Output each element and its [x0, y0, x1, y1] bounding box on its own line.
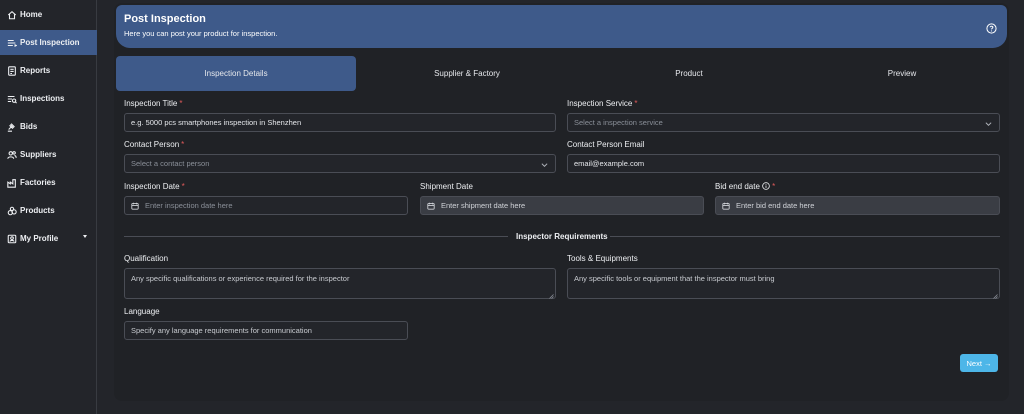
chevron-down-icon [985, 120, 992, 127]
qualification-label: Qualification [124, 254, 169, 263]
inspector-requirements-heading: Inspector Requirements [516, 232, 608, 241]
sidebar-item-label: My Profile [20, 234, 59, 243]
inspection-date-input[interactable]: Enter inspection date here [124, 196, 408, 215]
sidebar: Home Post Inspection Reports Inspections… [0, 0, 97, 414]
shipment-date-input[interactable]: Enter shipment date here [420, 196, 704, 215]
main-panel: Post Inspection Here you can post your p… [114, 3, 1009, 401]
section-divider-right [610, 236, 1000, 237]
sidebar-item-home[interactable]: Home [0, 2, 97, 27]
inspection-service-label: Inspection Service * [567, 99, 638, 108]
sidebar-item-label: Suppliers [20, 150, 57, 159]
help-icon[interactable] [986, 23, 997, 34]
resize-grip-icon[interactable] [549, 292, 554, 299]
page-header-banner: Post Inspection Here you can post your p… [116, 5, 1007, 48]
bid-end-date-input[interactable]: Enter bid end date here [715, 196, 1000, 215]
bid-end-date-label: Bid end date * [715, 182, 776, 191]
sidebar-item-bids[interactable]: Bids [0, 114, 97, 139]
contact-person-select[interactable]: Select a contact person [124, 154, 556, 173]
resize-grip-icon[interactable] [993, 292, 998, 299]
tab-product[interactable]: Product [578, 56, 800, 91]
calendar-icon [722, 202, 730, 210]
chevron-down-icon [83, 235, 87, 238]
inspection-title-input[interactable]: e.g. 5000 pcs smartphones inspection in … [124, 113, 556, 132]
sidebar-item-label: Factories [20, 178, 56, 187]
inspection-icon [6, 93, 17, 104]
report-icon [6, 65, 17, 76]
language-label: Language [124, 307, 160, 316]
profile-icon [6, 233, 17, 244]
sidebar-item-label: Post Inspection [20, 38, 80, 47]
inspection-date-label: Inspection Date * [124, 182, 185, 191]
factory-icon [6, 177, 17, 188]
inspection-service-select[interactable]: Select a inspection service [567, 113, 1000, 132]
chevron-down-icon [541, 161, 548, 168]
sidebar-item-post-inspection[interactable]: Post Inspection [0, 30, 97, 55]
contact-email-input[interactable]: email@example.com [567, 154, 1000, 173]
gavel-icon [6, 121, 17, 132]
list-icon [6, 37, 17, 48]
page-subtitle: Here you can post your product for inspe… [124, 29, 278, 38]
sidebar-item-label: Reports [20, 66, 51, 75]
tab-supplier-factory[interactable]: Supplier & Factory [356, 56, 578, 91]
tools-textarea[interactable]: Any specific tools or equipment that the… [567, 268, 1000, 299]
qualification-textarea[interactable]: Any specific qualifications or experienc… [124, 268, 556, 299]
sidebar-item-factories[interactable]: Factories [0, 170, 97, 195]
page-title: Post Inspection [124, 13, 206, 25]
home-icon [6, 9, 17, 20]
tab-inspection-details[interactable]: Inspection Details [116, 56, 356, 91]
tab-preview[interactable]: Preview [800, 56, 1004, 91]
sidebar-item-inspections[interactable]: Inspections [0, 86, 97, 111]
sidebar-item-label: Inspections [20, 94, 65, 103]
contact-email-label: Contact Person Email [567, 140, 645, 149]
wizard-tabs: Inspection Details Supplier & Factory Pr… [116, 56, 1004, 91]
sidebar-item-label: Home [20, 10, 43, 19]
info-icon[interactable] [762, 182, 770, 190]
next-button[interactable]: Next → [960, 354, 998, 372]
sidebar-item-label: Bids [20, 122, 38, 131]
products-icon [6, 205, 17, 216]
section-divider-left [124, 236, 508, 237]
shipment-date-label: Shipment Date [420, 182, 473, 191]
calendar-icon [427, 202, 435, 210]
tools-label: Tools & Equipments [567, 254, 638, 263]
sidebar-item-reports[interactable]: Reports [0, 58, 97, 83]
inspection-title-label: Inspection Title * [124, 99, 183, 108]
calendar-icon [131, 202, 139, 210]
sidebar-item-my-profile[interactable]: My Profile [0, 226, 97, 251]
sidebar-item-products[interactable]: Products [0, 198, 97, 223]
sidebar-item-label: Products [20, 206, 55, 215]
language-input[interactable]: Specify any language requirements for co… [124, 321, 408, 340]
sidebar-item-suppliers[interactable]: Suppliers [0, 142, 97, 167]
users-icon [6, 149, 17, 160]
contact-person-label: Contact Person * [124, 140, 185, 149]
